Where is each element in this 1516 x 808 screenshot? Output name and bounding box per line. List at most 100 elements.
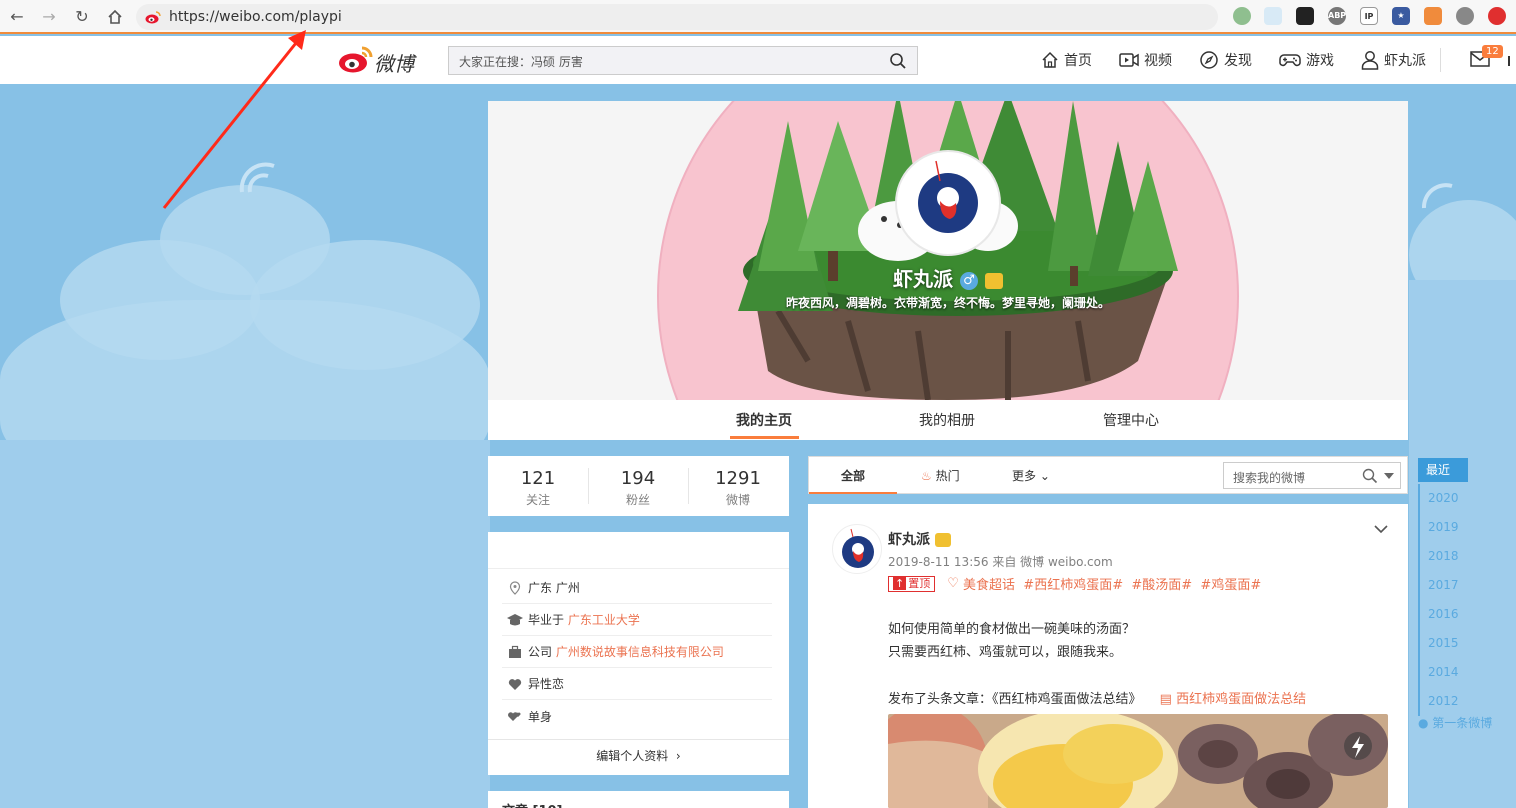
location-pin-icon (509, 580, 521, 595)
wifi-deco-right-icon (1421, 183, 1453, 209)
timeline-year[interactable]: 2017 (1418, 571, 1478, 600)
feed-search-input[interactable]: 搜索我的微博 (1223, 462, 1401, 489)
hashtag-link[interactable]: #鸡蛋面# (1200, 574, 1261, 593)
edit-profile-button[interactable]: 编辑个人资料 › (488, 739, 789, 771)
hashtag-link[interactable]: #酸汤面# (1131, 574, 1192, 593)
feed-tab-more[interactable]: 更多 ⌄ (1012, 467, 1050, 484)
ext-red-icon[interactable] (1488, 7, 1506, 25)
pinned-badge: ↑ 置顶 (888, 575, 936, 592)
nav-home-label: 首页 (1064, 53, 1092, 69)
address-bar[interactable]: https://weibo.com/playpi (136, 4, 1218, 30)
url-text: https://weibo.com/playpi (169, 9, 342, 25)
timeline-year[interactable]: 2015 (1418, 629, 1478, 658)
nav-messages[interactable]: 12 (1470, 45, 1503, 70)
nav-home[interactable]: 首页 (1041, 50, 1092, 70)
supertopic-link[interactable]: 美食超话 (963, 574, 1015, 593)
stats-card: 121 关注 194 粉丝 1291 微博 (488, 456, 789, 516)
video-icon (1119, 53, 1139, 67)
vip-badge-icon[interactable] (934, 533, 951, 547)
article-link[interactable]: ▤ 西红柿鸡蛋面做法总结 (1160, 692, 1306, 707)
tab-admin-center[interactable]: 管理中心 (1103, 410, 1159, 430)
info-orientation: 异性恋 (502, 668, 772, 700)
reload-icon[interactable]: ↻ (71, 6, 93, 28)
supertopic-icon: ♡ (947, 576, 959, 591)
stat-followers[interactable]: 194 粉丝 (588, 468, 688, 508)
feed-tabs: 全部 ♨ 热门 更多 ⌄ 搜索我的微博 (808, 456, 1408, 494)
timeline-year[interactable]: 2016 (1418, 600, 1478, 629)
post-tags: ↑ 置顶 ♡ 美食超话 #西红柿鸡蛋面# #酸汤面# #鸡蛋面# (888, 574, 1261, 593)
ext-ip-icon[interactable]: IP (1360, 7, 1378, 25)
briefcase-icon (509, 645, 521, 658)
timeline-year[interactable]: 2014 (1418, 658, 1478, 687)
profile-cover: 虾丸派 ♂ 昨夜西风，凋碧树。衣带渐宽，终不悔。梦里寻她，阑珊处。 (488, 101, 1408, 400)
male-icon: ♂ (960, 271, 978, 290)
feed-tab-underline (809, 492, 897, 494)
timeline-year[interactable]: 2019 (1418, 513, 1478, 542)
document-icon: ▤ (1159, 692, 1172, 707)
post-author[interactable]: 虾丸派 (888, 529, 951, 549)
nav-games[interactable]: 游戏 (1279, 50, 1334, 70)
info-company: 公司 广州数说故事信息科技有限公司 (502, 636, 772, 668)
post-article-line: 发布了头条文章：《西红柿鸡蛋面做法总结》 ▤ 西红柿鸡蛋面做法总结 (888, 692, 1307, 707)
weibo-logo-icon (339, 46, 373, 73)
annotation-arrow (162, 30, 306, 209)
search-input[interactable]: 大家正在搜：冯硕 厉害 (448, 46, 918, 75)
double-heart-icon (508, 712, 521, 721)
info-location: 广东 广州 (502, 572, 772, 604)
post-menu-chevron-icon[interactable] (1374, 524, 1388, 534)
tab-my-home[interactable]: 我的主页 (736, 410, 792, 430)
cover-illustration (657, 101, 1239, 400)
timeline-first-post[interactable]: ● 第一条微博 (1418, 714, 1492, 731)
ext-green-icon[interactable] (1233, 7, 1251, 25)
tab-my-album[interactable]: 我的相册 (919, 410, 975, 430)
timeline-year[interactable]: 2020 (1418, 484, 1478, 513)
search-icon[interactable] (1362, 468, 1378, 484)
nav-games-label: 游戏 (1306, 53, 1334, 69)
search-placeholder: 大家正在搜：冯硕 厉害 (459, 55, 583, 69)
school-link[interactable]: 广东工业大学 (568, 611, 640, 628)
vip-badge-icon[interactable] (984, 272, 1003, 289)
chevron-down-icon: ⌄ (1039, 469, 1050, 483)
chevron-right-icon: › (675, 749, 681, 763)
stat-posts[interactable]: 1291 微博 (688, 468, 788, 508)
profile-name: 虾丸派 ♂ (488, 263, 1408, 292)
nav-discover[interactable]: 发现 (1199, 50, 1252, 70)
message-badge: 12 (1482, 45, 1503, 58)
graduation-cap-icon (507, 613, 523, 625)
articles-card-title[interactable]: 文章 [10] (502, 800, 563, 808)
settings-edge-icon[interactable] (1508, 56, 1516, 66)
nav-video[interactable]: 视频 (1119, 50, 1172, 70)
ext-cloud-icon[interactable] (1264, 7, 1282, 25)
feed-tab-all[interactable]: 全部 (841, 467, 865, 484)
compass-icon (1200, 51, 1218, 69)
stat-following[interactable]: 121 关注 (488, 468, 588, 508)
dropdown-arrow-icon[interactable] (1384, 473, 1394, 479)
noodle-photo (888, 714, 1388, 808)
company-link[interactable]: 广州数说故事信息科技有限公司 (556, 643, 724, 660)
weibo-logo[interactable]: 微博 (338, 44, 428, 76)
nav-divider (1440, 48, 1441, 72)
back-icon[interactable]: ← (6, 6, 28, 28)
profile-bio: 昨夜西风，凋碧树。衣带渐宽，终不悔。梦里寻她，阑珊处。 (785, 296, 1110, 310)
ext-umbrella-icon[interactable] (1456, 7, 1474, 25)
hashtag-link[interactable]: #西红柿鸡蛋面# (1023, 574, 1123, 593)
home-icon[interactable] (104, 6, 126, 28)
search-icon[interactable] (889, 52, 907, 70)
forward-icon[interactable]: → (38, 6, 60, 28)
ext-fox-icon[interactable] (1424, 7, 1442, 25)
gamepad-icon (1279, 54, 1301, 67)
timeline-year[interactable]: 2018 (1418, 542, 1478, 571)
info-card: 广东 广州 毕业于 广东工业大学 公司 广州数说故事信息科技有限公司 异性恋 单… (488, 532, 789, 775)
ext-star-icon[interactable]: ★ (1392, 7, 1410, 25)
feed-tab-hot[interactable]: ♨ 热门 (921, 467, 960, 484)
timeline-recent[interactable]: 最近 (1418, 458, 1468, 482)
ext-dark-icon[interactable] (1296, 7, 1314, 25)
weibo-favicon (145, 11, 161, 24)
ext-abp-icon[interactable]: ABP (1328, 7, 1346, 25)
nav-profile[interactable]: 虾丸派 (1361, 50, 1426, 70)
post-photo[interactable] (888, 714, 1388, 808)
post-body: 如何使用简单的食材做出一碗美味的汤面？ 只需要西红柿、鸡蛋就可以，跟随我来。 (888, 622, 1136, 660)
home-icon (1042, 51, 1058, 68)
timeline-year[interactable]: 2012 (1418, 687, 1478, 716)
post-avatar[interactable] (832, 524, 882, 574)
